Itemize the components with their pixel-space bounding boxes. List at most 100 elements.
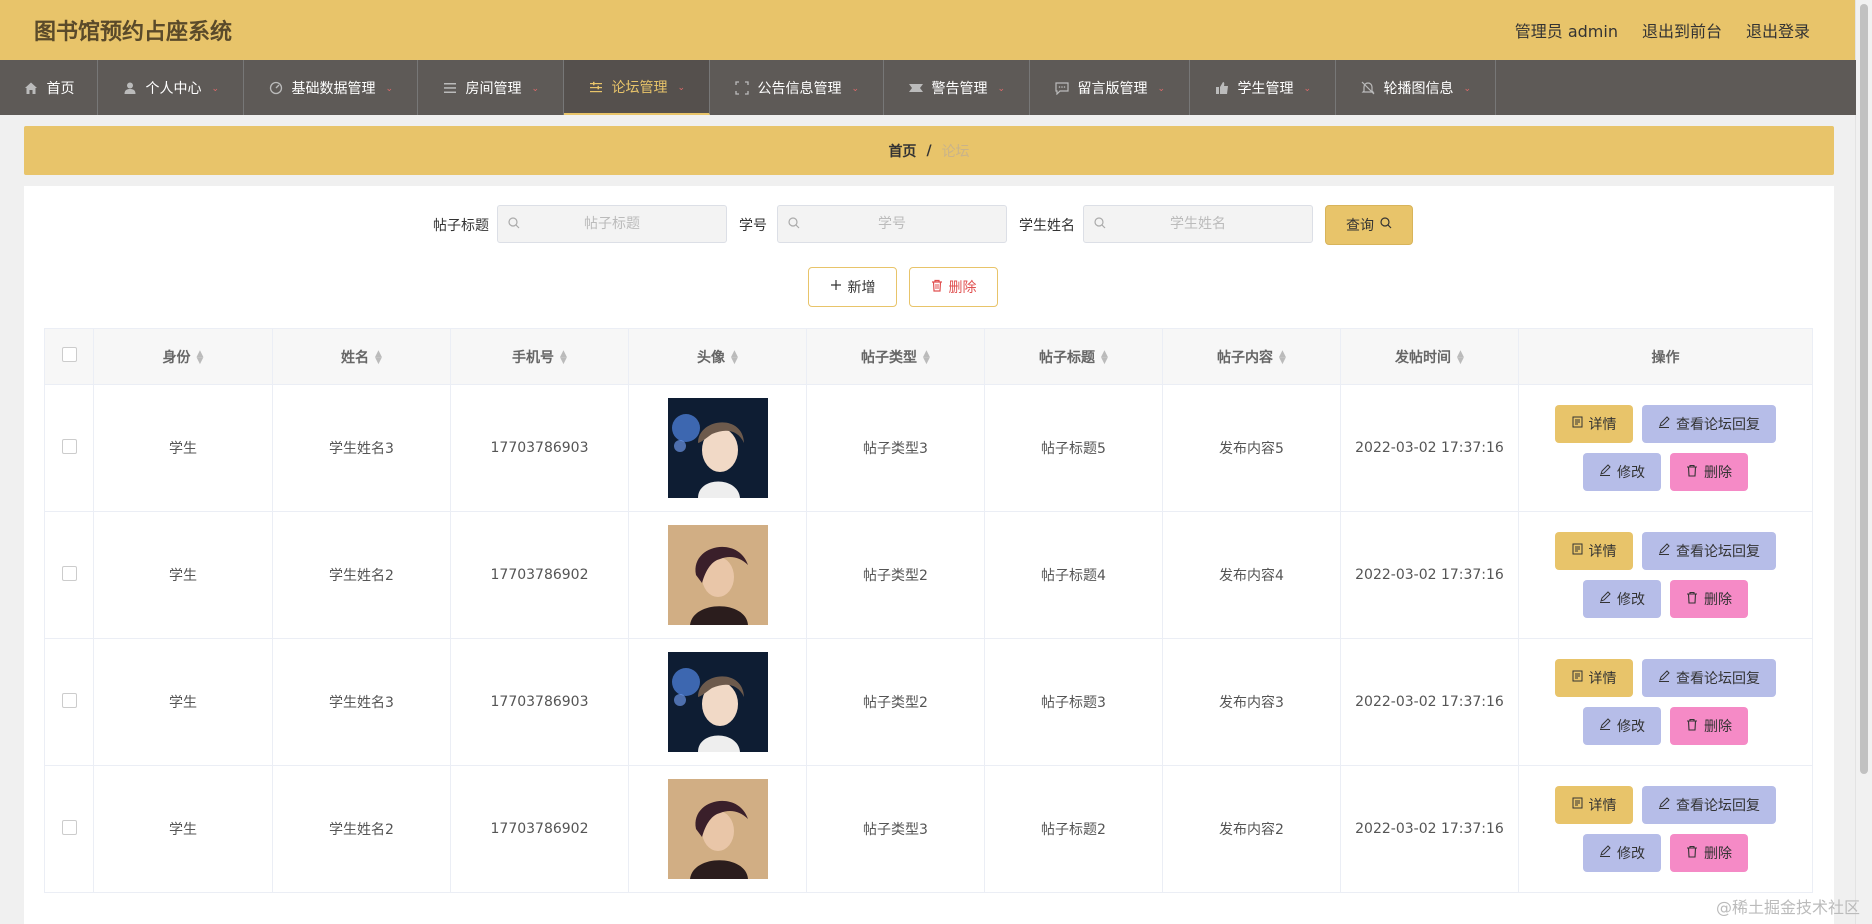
cell-name: 学生姓名3 <box>272 638 451 766</box>
cell-name: 学生姓名2 <box>272 765 451 893</box>
breadcrumb: 首页 / 论坛 <box>24 126 1834 175</box>
nav-item-warning-management[interactable]: 警告管理 ⌄ <box>884 60 1030 115</box>
edit-icon <box>1599 591 1611 607</box>
avatar[interactable] <box>667 525 768 625</box>
post-title-input[interactable] <box>498 215 726 233</box>
chevron-down-icon: ⌄ <box>211 83 220 94</box>
trash-icon <box>931 279 943 296</box>
nav-item-personal-center[interactable]: 个人中心 ⌄ <box>98 60 244 115</box>
sort-icon[interactable]: ▲ ▼ <box>923 349 930 365</box>
delete-button[interactable]: 删除 <box>1670 580 1748 618</box>
col-post-type[interactable]: 帖子类型 ▲ ▼ <box>806 328 985 385</box>
student-id-input[interactable] <box>778 215 1006 233</box>
row-checkbox[interactable] <box>61 438 77 454</box>
add-button[interactable]: 新增 <box>808 267 897 307</box>
student-id-field[interactable] <box>777 205 1007 243</box>
view-replies-button[interactable]: 查看论坛回复 <box>1642 659 1776 697</box>
nav-item-carousel-info[interactable]: 轮播图信息 ⌄ <box>1336 60 1496 115</box>
avatar[interactable] <box>667 779 768 879</box>
col-post-time[interactable]: 发帖时间 ▲ ▼ <box>1340 328 1519 385</box>
nav-item-home[interactable]: 首页 <box>0 60 98 115</box>
delete-button-label: 删除 <box>1704 592 1732 608</box>
table-row: 学生 学生姓名3 17703786903 帖子类型3 帖子标题5 发布内容5 2… <box>44 384 1813 512</box>
sort-icon[interactable]: ▲ ▼ <box>1101 349 1108 365</box>
detail-button[interactable]: 详情 <box>1555 405 1633 443</box>
student-name-input[interactable] <box>1084 215 1312 233</box>
cell-post-time: 2022-03-02 17:37:16 <box>1340 765 1519 893</box>
detail-button[interactable]: 详情 <box>1555 532 1633 570</box>
query-button[interactable]: 查询 <box>1325 205 1413 245</box>
col-post-content[interactable]: 帖子内容 ▲ ▼ <box>1162 328 1341 385</box>
logout-link[interactable]: 退出登录 <box>1746 18 1810 42</box>
cell-phone: 17703786902 <box>450 511 629 639</box>
avatar[interactable] <box>667 398 768 498</box>
cell-role: 学生 <box>93 384 273 512</box>
col-post-title[interactable]: 帖子标题 ▲ ▼ <box>984 328 1163 385</box>
sort-icon[interactable]: ▲ ▼ <box>731 349 738 365</box>
query-button-label: 查询 <box>1346 218 1374 234</box>
detail-button-label: 详情 <box>1588 417 1617 433</box>
edit-icon <box>1599 718 1611 734</box>
select-all-checkbox[interactable] <box>61 347 77 362</box>
col-avatar[interactable]: 头像 ▲ ▼ <box>628 328 807 385</box>
sort-icon[interactable]: ▲ ▼ <box>197 349 204 365</box>
header-links: 管理员 admin 退出到前台 退出登录 <box>1515 18 1810 42</box>
select-all-cell <box>44 328 94 385</box>
delete-button[interactable]: 删除 <box>1670 834 1748 872</box>
chevron-down-icon: ⌄ <box>851 83 860 94</box>
delete-button[interactable]: 删除 <box>1670 453 1748 491</box>
col-name[interactable]: 姓名 ▲ ▼ <box>272 328 451 385</box>
list-icon <box>442 80 458 96</box>
edit-button[interactable]: 修改 <box>1583 580 1661 618</box>
edit-icon <box>1599 845 1611 861</box>
sort-icon[interactable]: ▲ ▼ <box>560 349 567 365</box>
student-id-label: 学号 <box>739 218 767 234</box>
post-title-field[interactable] <box>497 205 727 243</box>
view-replies-button[interactable]: 查看论坛回复 <box>1642 405 1776 443</box>
page-scrollbar[interactable] <box>1855 0 1872 924</box>
nav-item-room-management[interactable]: 房间管理 ⌄ <box>418 60 564 115</box>
admin-user-label[interactable]: 管理员 admin <box>1515 18 1618 42</box>
edit-button-label: 修改 <box>1617 719 1645 735</box>
col-avatar-label: 头像 <box>697 349 726 366</box>
row-checkbox[interactable] <box>61 819 77 835</box>
cell-operations: 详情 查看论坛回复 修改 删除 <box>1518 765 1813 893</box>
search-form: 帖子标题 学号 学生姓名 查询 <box>0 205 1856 245</box>
nav-item-basic-data[interactable]: 基础数据管理 ⌄ <box>244 60 418 115</box>
bulk-delete-button[interactable]: 删除 <box>909 267 998 307</box>
cell-post-time: 2022-03-02 17:37:16 <box>1340 511 1519 639</box>
watermark: @稀土掘金技术社区 <box>1715 898 1860 917</box>
view-replies-button[interactable]: 查看论坛回复 <box>1642 532 1776 570</box>
row-checkbox[interactable] <box>61 565 77 581</box>
nav-item-notice-management[interactable]: 公告信息管理 ⌄ <box>710 60 884 115</box>
edit-button[interactable]: 修改 <box>1583 834 1661 872</box>
edit-button[interactable]: 修改 <box>1583 453 1661 491</box>
col-post-content-label: 帖子内容 <box>1217 349 1274 366</box>
sort-icon[interactable]: ▲ ▼ <box>1279 349 1286 365</box>
detail-button[interactable]: 详情 <box>1555 786 1633 824</box>
chevron-down-icon: ⌄ <box>1303 83 1312 94</box>
nav-item-forum-management[interactable]: 论坛管理 ⌄ <box>564 60 710 115</box>
cell-post-title: 帖子标题3 <box>984 638 1163 766</box>
col-phone[interactable]: 手机号 ▲ ▼ <box>450 328 629 385</box>
edit-icon <box>1658 416 1670 432</box>
nav-label-notice-management: 公告信息管理 <box>757 80 842 97</box>
scrollbar-thumb[interactable] <box>1860 4 1868 774</box>
row-checkbox[interactable] <box>61 692 77 708</box>
detail-button[interactable]: 详情 <box>1555 659 1633 697</box>
edit-button-label: 修改 <box>1617 846 1645 862</box>
edit-button[interactable]: 修改 <box>1583 707 1661 745</box>
breadcrumb-home[interactable]: 首页 <box>888 141 916 161</box>
cell-post-time: 2022-03-02 17:37:16 <box>1340 638 1519 766</box>
avatar[interactable] <box>667 652 768 752</box>
exit-to-front-link[interactable]: 退出到前台 <box>1642 18 1722 42</box>
sort-icon[interactable]: ▲ ▼ <box>1457 349 1464 365</box>
nav-item-message-board[interactable]: 留言版管理 ⌄ <box>1030 60 1190 115</box>
sort-icon[interactable]: ▲ ▼ <box>375 349 382 365</box>
nav-item-student-management[interactable]: 学生管理 ⌄ <box>1190 60 1336 115</box>
view-replies-button[interactable]: 查看论坛回复 <box>1642 786 1776 824</box>
student-name-field[interactable] <box>1083 205 1313 243</box>
search-icon <box>788 217 802 231</box>
delete-button[interactable]: 删除 <box>1670 707 1748 745</box>
col-role[interactable]: 身份 ▲ ▼ <box>93 328 273 385</box>
